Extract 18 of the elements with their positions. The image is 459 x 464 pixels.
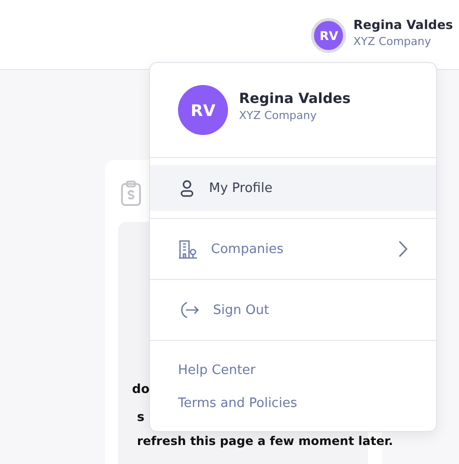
- menu-link[interactable]: Terms and Policies: [178, 395, 408, 412]
- company-name: XYZ Company: [239, 109, 318, 123]
- sign-out-icon: [178, 300, 200, 320]
- clipboard-dollar-icon: [120, 180, 142, 206]
- company-name: XYZ Company: [353, 34, 432, 50]
- user-name: Regina Valdes: [239, 90, 351, 109]
- message-text: s: [137, 410, 144, 424]
- person-icon: [178, 179, 196, 197]
- user-avatar[interactable]: RV: [311, 18, 346, 53]
- message-text: do: [132, 382, 150, 396]
- user-name: Regina Valdes: [353, 16, 453, 34]
- message-text: refresh this page a few moment later.: [137, 434, 394, 448]
- menu-link[interactable]: Help Center: [178, 362, 408, 379]
- menu-item[interactable]: Companies: [150, 219, 436, 279]
- menu-item[interactable]: My Profile: [150, 158, 436, 218]
- building-icon: [178, 239, 198, 259]
- user-avatar: RV: [178, 85, 228, 135]
- menu-item[interactable]: Sign Out: [150, 280, 436, 340]
